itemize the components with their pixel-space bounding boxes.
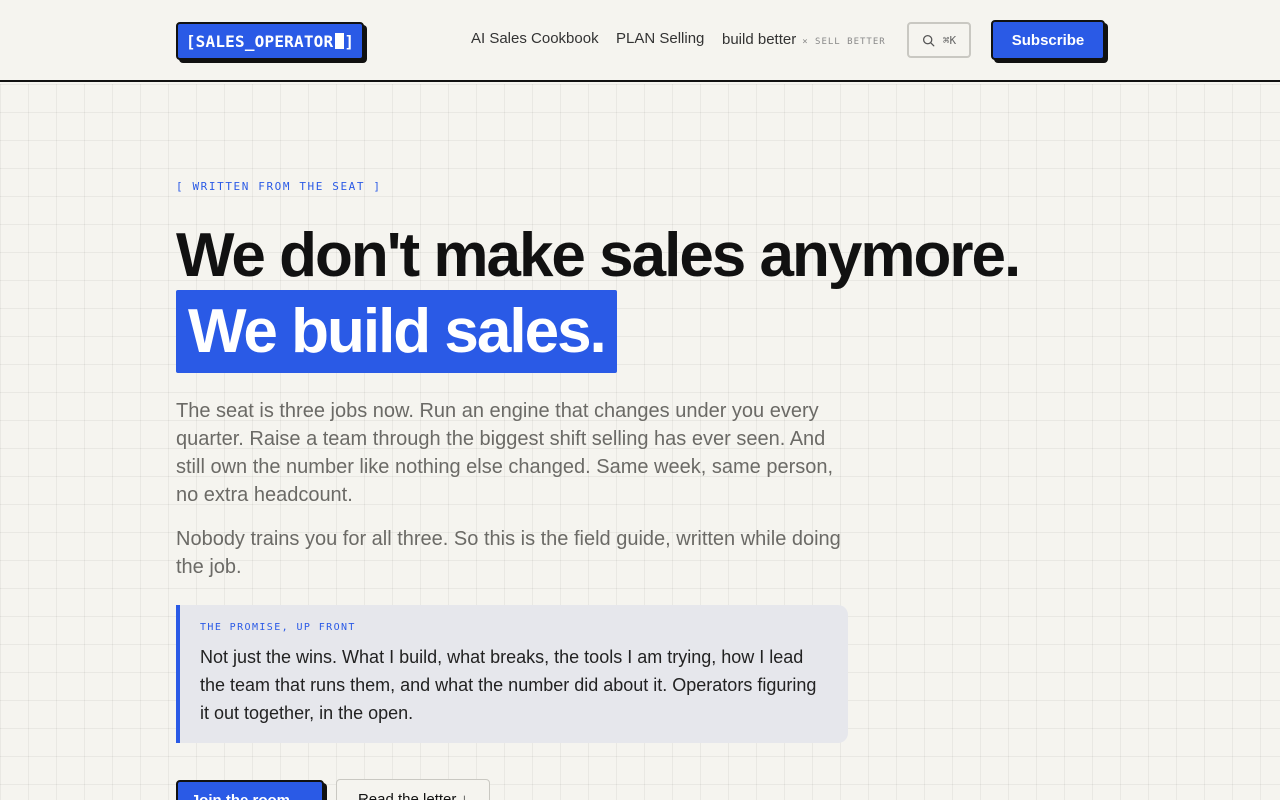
hero-paragraph-1: The seat is three jobs now. Run an engin… (176, 400, 834, 506)
nav-build-better-sub: × SELL BETTER (802, 37, 886, 47)
search-icon (922, 34, 935, 46)
site-header: [SALES_OPERATOR] AI Sales Cookbook PLAN … (0, 0, 1280, 82)
nav-build-better-label: build better (722, 31, 797, 48)
join-room-button[interactable]: Join the room → (176, 780, 324, 800)
read-letter-button[interactable]: Read the letter ↓ (336, 779, 490, 800)
site-logo[interactable]: [SALES_OPERATOR] (176, 22, 364, 60)
search-shortcut: ⌘K (942, 33, 957, 47)
hero-eyebrow: [ WRITTEN FROM THE SEAT ] (176, 180, 382, 193)
callout-body: Not just the wins. What I build, what br… (200, 647, 817, 723)
nav-link-ai-sales-cookbook[interactable]: AI Sales Cookbook (471, 30, 599, 47)
search-button[interactable]: ⌘K (907, 22, 971, 58)
callout-label: THE PROMISE, UP FRONT (200, 622, 356, 633)
logo-text: [SALES_OPERATOR (185, 31, 334, 51)
nav-link-build-better[interactable]: build better × SELL BETTER (722, 31, 886, 48)
promise-callout: THE PROMISE, UP FRONT Not just the wins.… (176, 605, 848, 743)
hero-title-highlight: We build sales. (176, 290, 617, 373)
nav-link-plan-selling[interactable]: PLAN Selling (616, 30, 704, 47)
hero-title: We don't make sales anymore. (176, 221, 1021, 290)
logo-bracket: ] (344, 31, 355, 51)
subscribe-button[interactable]: Subscribe (991, 20, 1105, 60)
cursor-block-icon (335, 33, 345, 49)
hero-paragraph-2: Nobody trains you for all three. So this… (176, 528, 841, 578)
